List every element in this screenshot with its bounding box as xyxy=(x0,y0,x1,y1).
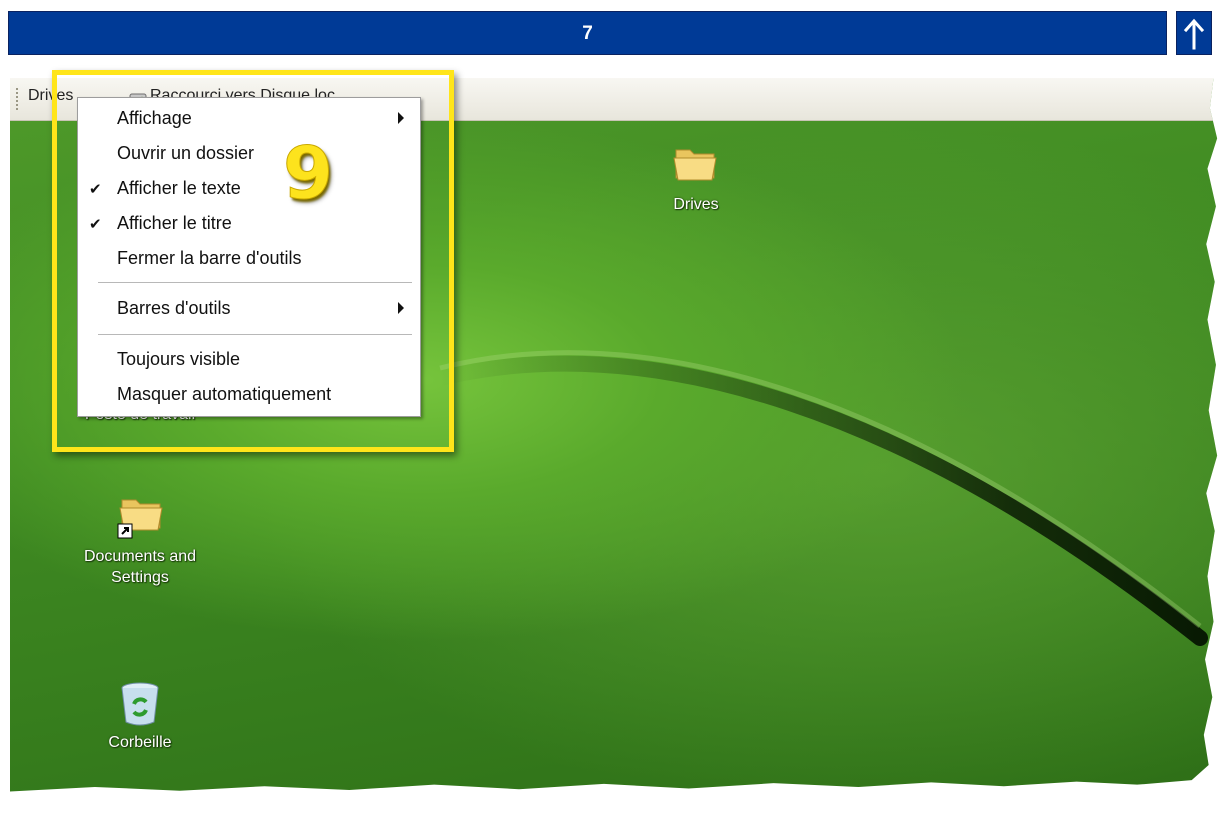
menu-item-label: Affichage xyxy=(117,108,192,128)
checkmark-icon: ✔ xyxy=(89,180,102,198)
desktop-icon-documents-and-settings[interactable]: Documents and Settings xyxy=(55,490,225,588)
menu-item-ouvrir-un-dossier[interactable]: Ouvrir un dossier xyxy=(78,137,420,170)
menu-item-label: Ouvrir un dossier xyxy=(117,143,255,163)
desktop-icon-label: Drives xyxy=(673,196,719,213)
folder-shortcut-icon xyxy=(117,499,163,539)
up-arrow-icon xyxy=(1183,18,1205,50)
menu-item-label: Afficher le titre xyxy=(117,213,232,233)
menu-item-afficher-le-titre[interactable]: ✔ Afficher le titre xyxy=(78,207,420,240)
menu-item-label: Barres d'outils xyxy=(117,298,231,318)
toolbar-grip-handle[interactable] xyxy=(16,88,21,110)
menu-item-label: Fermer la barre d'outils xyxy=(117,248,302,268)
desktop-icon-label: Corbeille xyxy=(108,734,172,751)
menu-item-fermer-la-barre[interactable]: Fermer la barre d'outils xyxy=(78,242,420,275)
checkmark-icon: ✔ xyxy=(89,215,102,233)
folder-icon xyxy=(673,149,717,181)
desktop-icon-drives[interactable]: Drives xyxy=(611,138,781,215)
menu-separator xyxy=(98,282,412,284)
menu-item-masquer-automatiquement[interactable]: Masquer automatiquement xyxy=(78,378,420,411)
desktop-icon-label: Documents and xyxy=(83,548,197,565)
submenu-arrow-icon xyxy=(398,112,404,124)
toolbar-context-menu: Affichage Ouvrir un dossier ✔ Afficher l… xyxy=(77,97,421,417)
recycle-bin-icon xyxy=(121,682,159,726)
menu-item-barres-d-outils[interactable]: Barres d'outils xyxy=(78,292,420,325)
scroll-to-top-button[interactable] xyxy=(1176,11,1212,55)
step-number: 7 xyxy=(582,23,593,44)
menu-item-label: Masquer automatiquement xyxy=(117,384,332,404)
menu-item-toujours-visible[interactable]: Toujours visible xyxy=(78,343,420,376)
menu-separator xyxy=(98,334,412,336)
menu-item-label: Afficher le texte xyxy=(117,178,241,198)
menu-item-affichage[interactable]: Affichage xyxy=(78,102,420,135)
desktop-icon-label: Settings xyxy=(111,569,169,586)
menu-item-label: Toujours visible xyxy=(117,349,241,369)
submenu-arrow-icon xyxy=(398,302,404,314)
callout-number: 9 xyxy=(282,131,334,215)
desktop-icon-corbeille[interactable]: Corbeille xyxy=(55,676,225,753)
menu-item-afficher-le-texte[interactable]: ✔ Afficher le texte xyxy=(78,172,420,205)
step-title-bar: 7 xyxy=(8,11,1167,55)
